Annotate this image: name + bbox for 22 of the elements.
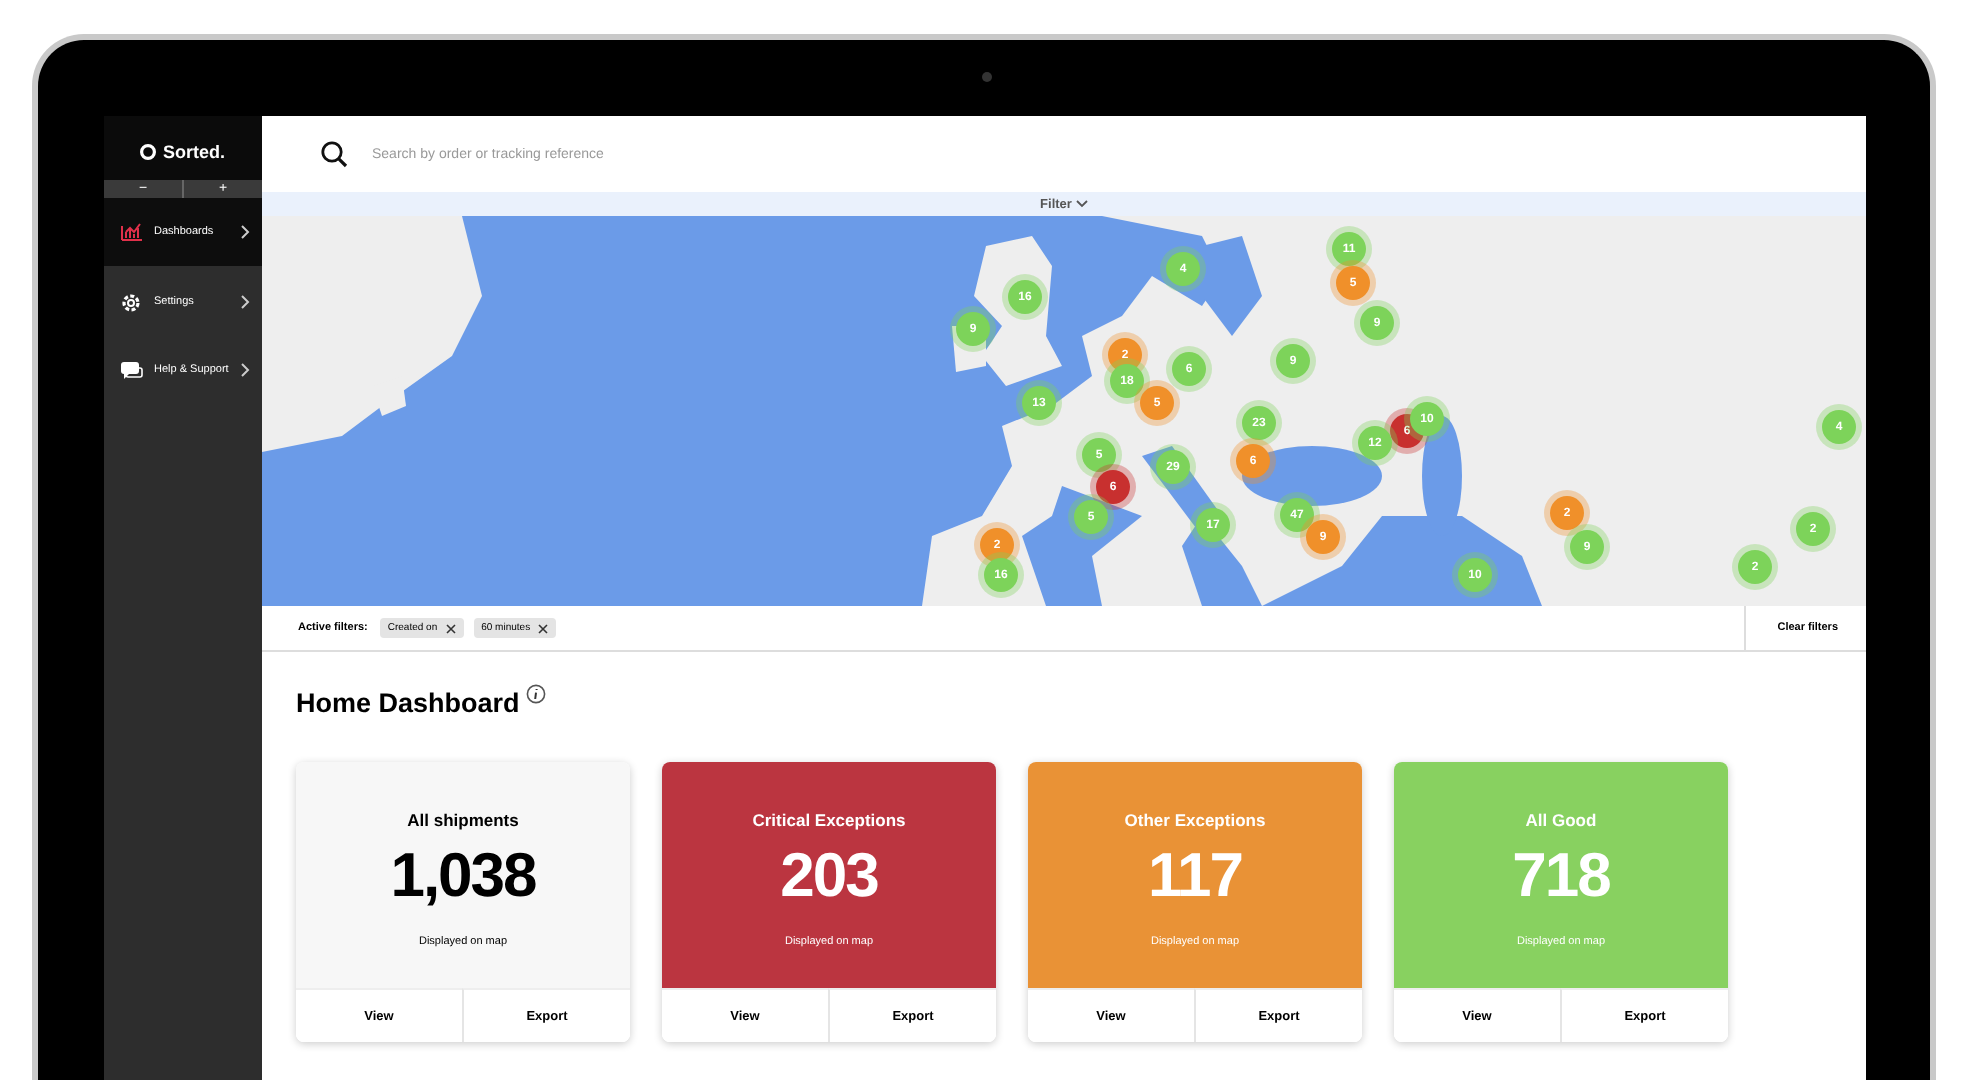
logo-ring-icon [140,144,157,160]
card-title: All Good [1525,810,1597,830]
bar-chart-icon [120,221,144,243]
close-icon[interactable] [445,623,456,633]
search-icon [320,140,348,168]
card-value: 117 [1147,840,1242,912]
card-title: Other Exceptions [1124,810,1266,830]
chevron-right-icon [240,224,250,240]
card-title: All shipments [407,810,519,830]
chat-bubble-icon [120,359,144,381]
chevron-right-icon [240,294,250,310]
chevron-right-icon [240,362,250,378]
card-value: 718 [1512,840,1610,912]
settings-icon [120,291,144,313]
card-title: Critical Exceptions [752,810,906,830]
card-value: 1,038 [390,840,536,912]
close-icon[interactable] [538,623,549,633]
card-value: 203 [780,840,878,912]
page-title: Home Dashboard [296,688,520,718]
info-icon[interactable] [525,684,546,704]
caret-icon [1075,200,1088,208]
logo-text: Sorted. [162,142,225,162]
